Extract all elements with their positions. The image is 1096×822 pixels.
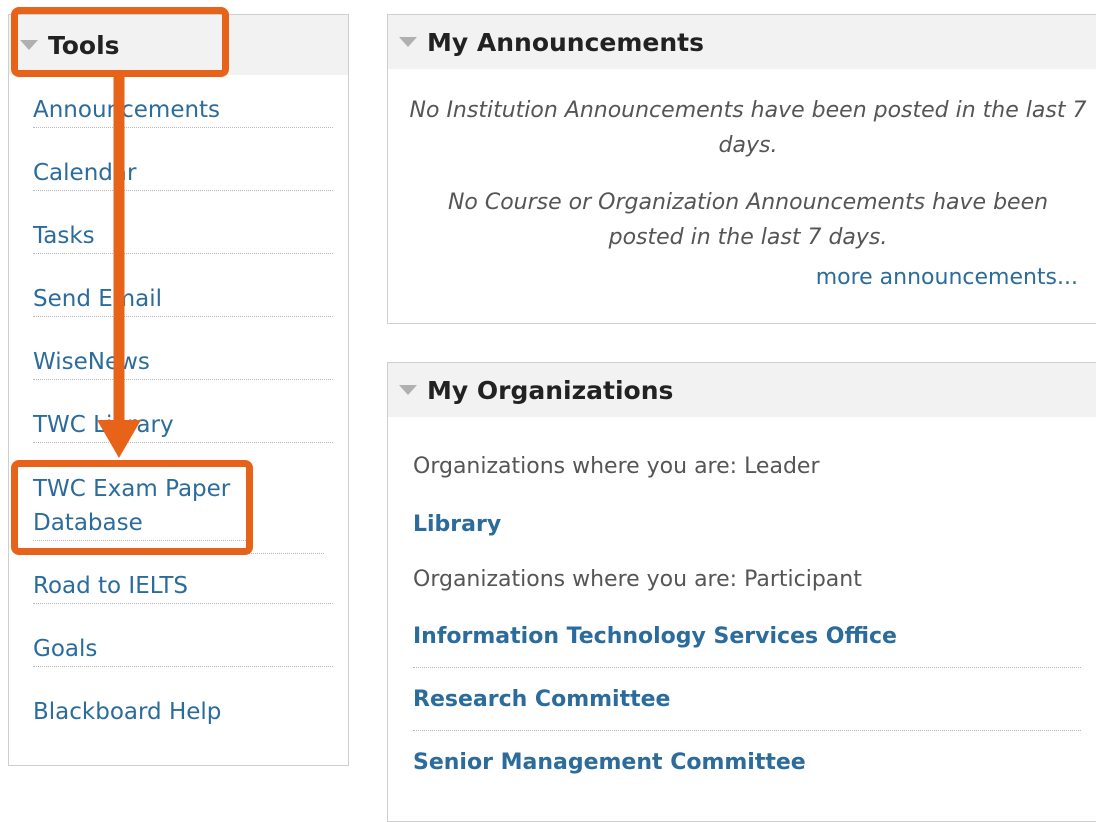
down-arrow-icon: [97, 77, 141, 458]
